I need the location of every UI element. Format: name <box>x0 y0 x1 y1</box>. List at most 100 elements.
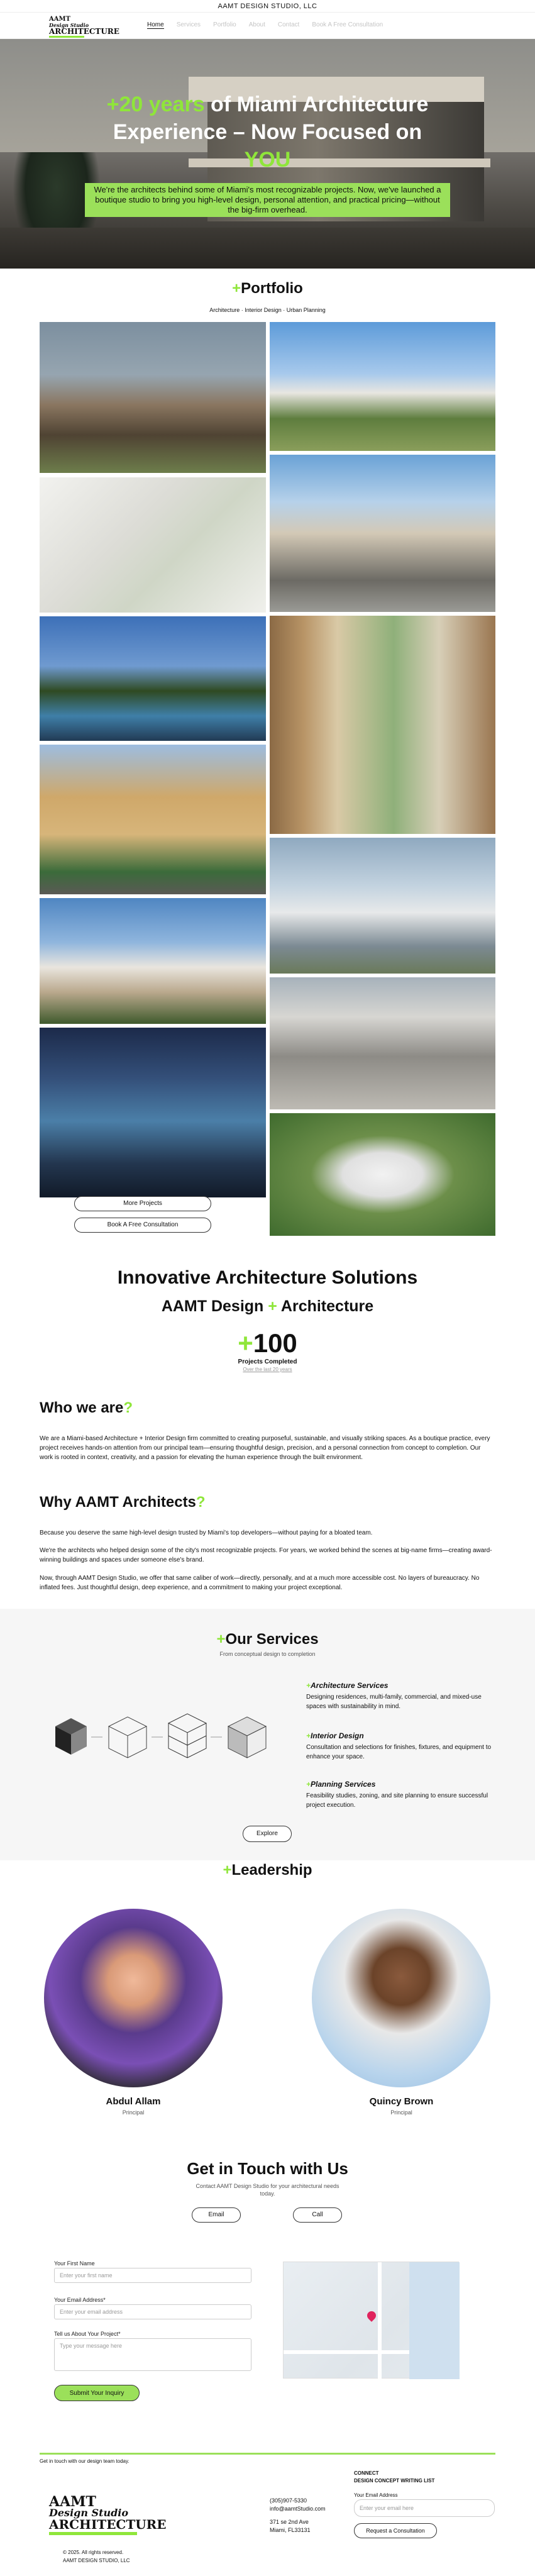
footer-phone[interactable]: (305)907-5330 <box>270 2497 326 2505</box>
first-name-input[interactable]: Enter your first name <box>54 2268 251 2283</box>
submit-inquiry-button[interactable]: Submit Your Inquiry <box>54 2385 140 2401</box>
service-interior-desc: Consultation and selections for finishes… <box>306 1744 492 1760</box>
email-input[interactable]: Enter your email address <box>54 2304 251 2319</box>
hero-subtitle: We're the architects behind some of Miam… <box>85 183 450 217</box>
service-interior-plus: + <box>306 1731 311 1740</box>
leadership-heading: +Leadership <box>0 1862 535 1879</box>
stat-plus: + <box>238 1328 253 1358</box>
hero-title: +20 years of Miami Architecture Experien… <box>75 91 460 174</box>
why-paragraph-3: Now, through AAMT Design Studio, we offe… <box>40 1575 480 1591</box>
nav-contact[interactable]: Contact <box>278 21 299 29</box>
services-heading: +Our Services <box>0 1631 535 1648</box>
portfolio-plus: + <box>232 280 241 297</box>
leader-photo-abdul <box>44 1909 223 2087</box>
portfolio-photo-concrete-house[interactable] <box>270 977 495 1109</box>
footer-logo-line3: ARCHITECTURE <box>49 2517 167 2532</box>
nav-about[interactable]: About <box>249 21 265 29</box>
portfolio-photo-white-house[interactable] <box>40 898 266 1024</box>
hero-section: +20 years of Miami Architecture Experien… <box>0 39 535 269</box>
why-paragraph-1: Because you deserve the same high-level … <box>40 1530 373 1536</box>
project-textarea[interactable]: Type your message here <box>54 2338 251 2371</box>
footer-tagline: Get in touch with our design team today. <box>40 2458 130 2464</box>
why-heading: Why AAMT Architects? <box>40 1494 206 1511</box>
book-consultation-button[interactable]: Book A Free Consultation <box>74 1218 211 1233</box>
map-pin-icon <box>365 2309 378 2322</box>
cube-wireframe-icon <box>108 1716 148 1758</box>
why-title: Why AAMT Architects <box>40 1494 196 1511</box>
portfolio-photo-street-building[interactable] <box>270 455 495 612</box>
nav-services[interactable]: Services <box>177 21 201 29</box>
service-architecture-title: +Architecture Services <box>306 1681 495 1690</box>
service-planning[interactable]: +Planning Services Feasibility studies, … <box>306 1780 495 1810</box>
nav-portfolio[interactable]: Portfolio <box>213 21 236 29</box>
hero-ground <box>0 228 535 269</box>
portfolio-categories: Architecture · Interior Design · Urban P… <box>209 307 326 313</box>
project-label: Tell us About Your Project* <box>54 2331 121 2337</box>
portfolio-photo-glass-building[interactable] <box>270 838 495 974</box>
solutions-title: Innovative Architecture Solutions <box>117 1267 418 1288</box>
portfolio-photo-site-model[interactable] <box>40 477 266 613</box>
stat-label: Projects Completed <box>238 1358 297 1365</box>
solutions-subtitle-a: AAMT Design <box>161 1297 264 1315</box>
main-navigation: AAMT Design Studio ARCHITECTURE Home Ser… <box>0 13 535 39</box>
portfolio-photo-mixed-use[interactable] <box>40 745 266 894</box>
leader-role-quincy: Principal <box>390 2109 412 2116</box>
portfolio-photo-modern-residence[interactable] <box>40 322 266 473</box>
email-label: Your Email Address* <box>54 2297 106 2303</box>
portfolio-photo-aerial-villa[interactable] <box>270 1113 495 1236</box>
footer-email[interactable]: info@aamtStudio.com <box>270 2505 326 2513</box>
cube-solid-icon <box>55 1718 87 1755</box>
solutions-subtitle: AAMT Design + Architecture <box>0 1297 535 1316</box>
service-interior-design[interactable]: +Interior Design Consultation and select… <box>306 1731 495 1762</box>
footer-mailing-title: DESIGN CONCEPT WRITING LIST <box>354 2478 435 2484</box>
more-projects-button[interactable]: More Projects <box>74 1196 211 1211</box>
service-interior-title-text: Interior Design <box>311 1731 364 1740</box>
map-water <box>409 2262 460 2379</box>
who-we-are-body: We are a Miami-based Architecture + Inte… <box>40 1435 490 1461</box>
portfolio-photo-pool-villa[interactable] <box>40 616 266 741</box>
footer-contact-info: (305)907-5330 info@aamtStudio.com 371 se… <box>270 2497 326 2534</box>
portfolio-heading: +Portfolio <box>0 280 535 297</box>
solutions-subtitle-b: Architecture <box>280 1297 374 1315</box>
who-title: Who we are <box>40 1399 124 1416</box>
location-map[interactable] <box>283 2262 460 2379</box>
services-subtitle: From conceptual design to completion <box>219 1651 316 1657</box>
why-paragraph-2: We're the architects who helped design s… <box>40 1547 492 1563</box>
footer-company: AAMT DESIGN STUDIO, LLC <box>63 2558 130 2563</box>
company-name: AAMT DESIGN STUDIO, LLC <box>218 3 317 10</box>
footer-address-line2: Miami, FL33131 <box>270 2527 311 2533</box>
logo-line-3: ARCHITECTURE <box>49 27 119 36</box>
stat-note: Over the last 20 years <box>243 1367 292 1372</box>
footer-email-input[interactable]: Enter your email here <box>354 2499 495 2517</box>
stat-value: +100 <box>0 1328 535 1358</box>
leader-name-quincy: Quincy Brown <box>369 2096 434 2107</box>
service-planning-title-text: Planning Services <box>311 1780 376 1789</box>
portfolio-photo-modern-villa-trees[interactable] <box>270 322 495 451</box>
leadership-title: Leadership <box>231 1862 312 1879</box>
footer-connect-title: CONNECT <box>354 2470 379 2476</box>
hero-title-you: YOU <box>244 148 291 172</box>
leader-role-abdul: Principal <box>122 2109 145 2116</box>
footer-request-consultation-button[interactable]: Request a Consultation <box>354 2523 437 2538</box>
service-architecture-plus: + <box>306 1681 311 1690</box>
leader-photo-quincy <box>312 1909 490 2087</box>
nav-book-consultation[interactable]: Book A Free Consultation <box>312 21 383 29</box>
footer-logo[interactable]: AAMT Design Studio ARCHITECTURE <box>49 2495 167 2535</box>
call-button[interactable]: Call <box>293 2207 342 2223</box>
building-render-icon <box>227 1716 267 1758</box>
portfolio-photo-tower-night[interactable] <box>40 1028 266 1197</box>
design-process-illustration <box>55 1713 267 1758</box>
service-architecture[interactable]: +Architecture Services Designing residen… <box>306 1681 495 1711</box>
portfolio-photo-living-room[interactable] <box>270 616 495 834</box>
hero-title-highlight: +20 years <box>106 92 205 116</box>
map-road-vertical <box>378 2262 382 2379</box>
first-name-label: Your First Name <box>54 2260 95 2267</box>
explore-button[interactable]: Explore <box>243 1826 292 1842</box>
contact-title: Get in Touch with Us <box>187 2159 348 2178</box>
nav-home[interactable]: Home <box>147 21 164 29</box>
email-button[interactable]: Email <box>192 2207 241 2223</box>
who-q: ? <box>123 1399 133 1416</box>
stat-number: 100 <box>253 1328 297 1358</box>
site-logo[interactable]: AAMT Design Studio ARCHITECTURE <box>49 16 119 38</box>
leader-name-abdul: Abdul Allam <box>106 2096 161 2107</box>
